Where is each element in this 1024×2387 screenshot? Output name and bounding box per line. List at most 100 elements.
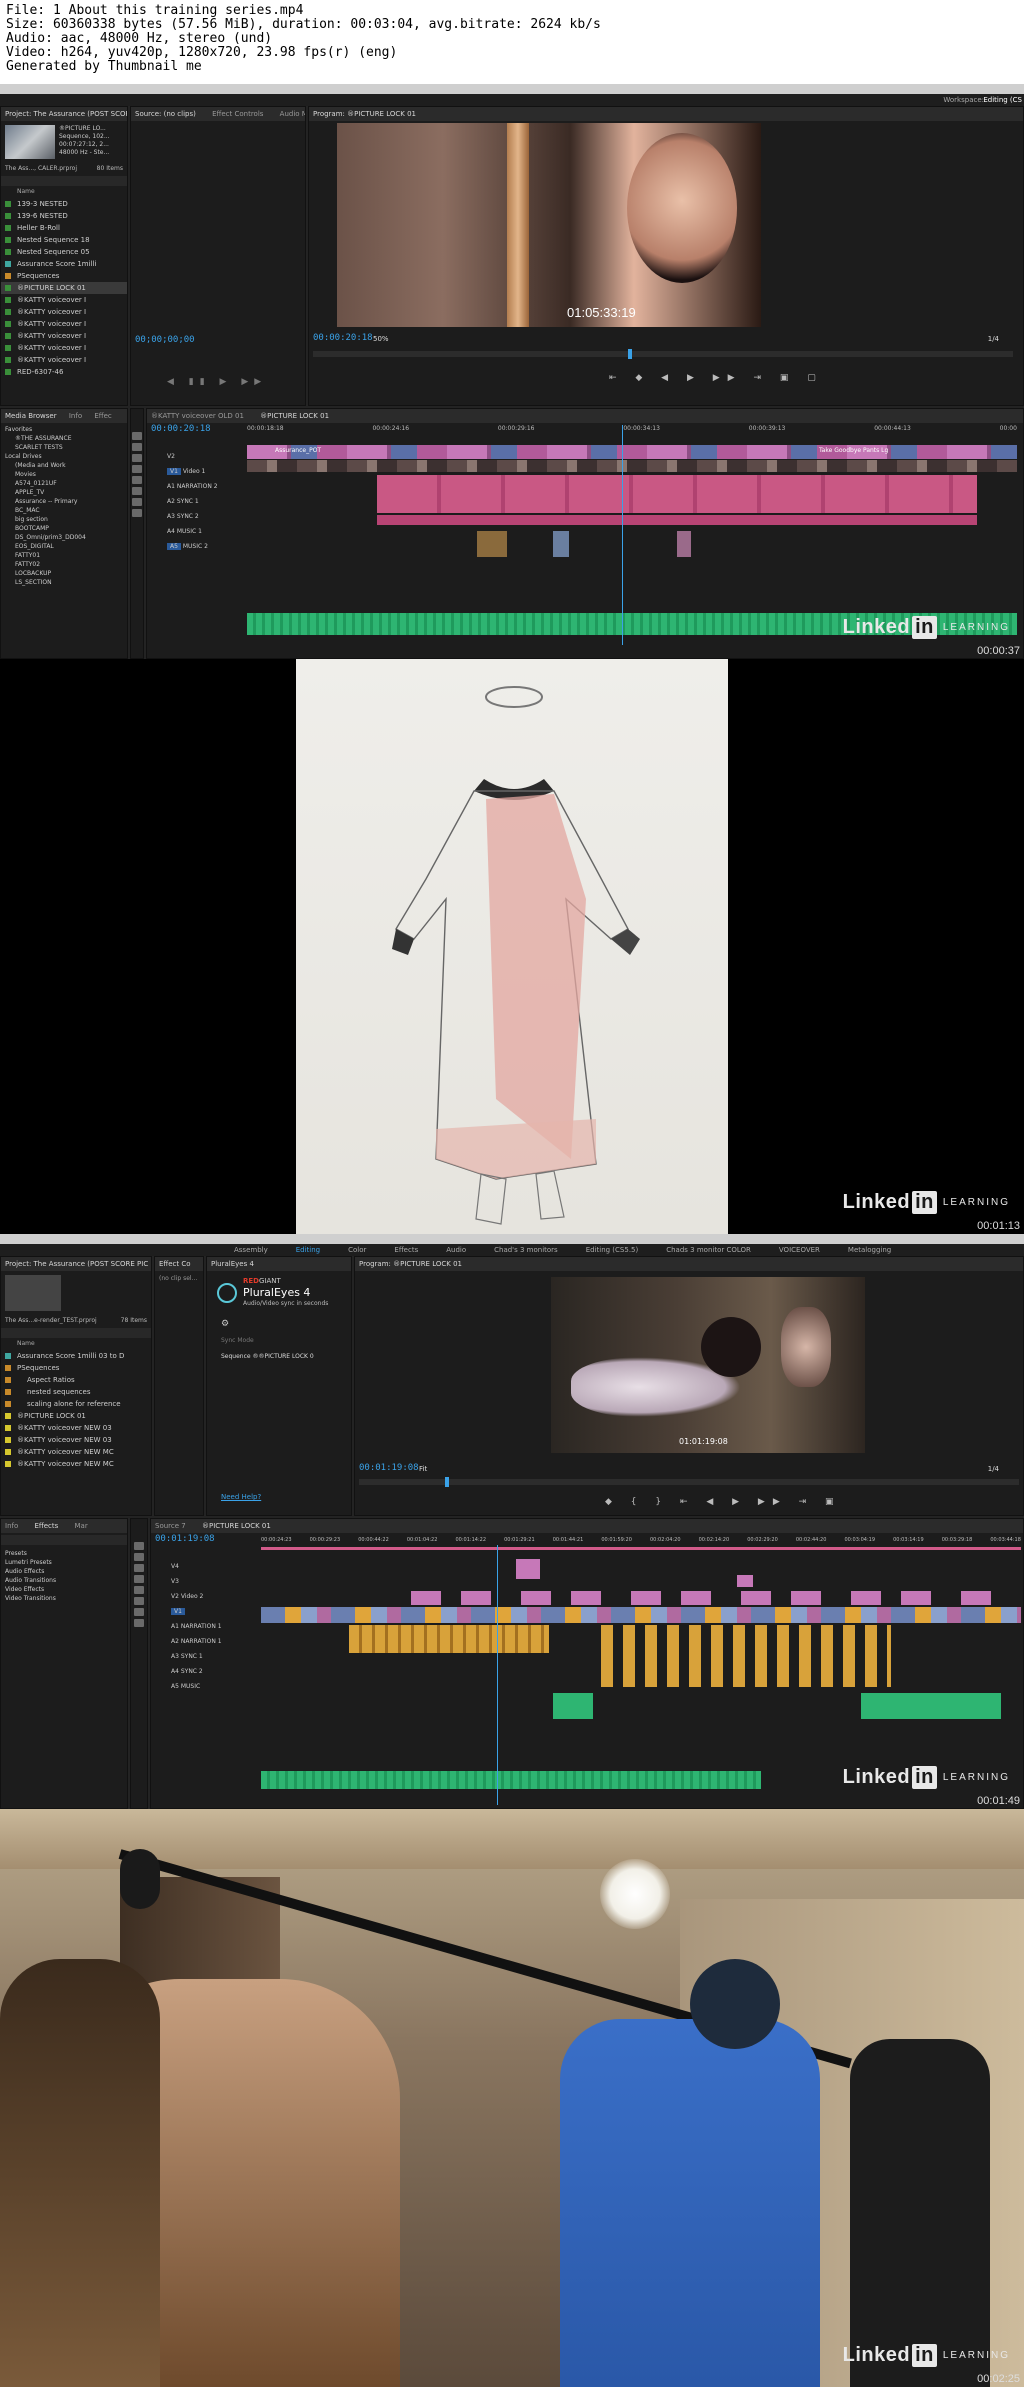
list-item[interactable]: ®KATTY voiceover I [1, 306, 127, 318]
sync-audio-clip[interactable] [861, 1693, 1001, 1719]
list-item[interactable]: Nested Sequence 18 [1, 234, 127, 246]
video-clips-v2[interactable]: Assurance_POT Take Goodbye Pants Lg [247, 445, 1017, 459]
video-clips-v1[interactable] [261, 1607, 1021, 1623]
tree-item[interactable]: EOS_DIGITAL [5, 542, 123, 551]
zoom-select[interactable]: 50% [373, 335, 389, 343]
track-label[interactable]: V3 [171, 1574, 257, 1589]
sequence-tab-active[interactable]: ®PICTURE LOCK 01 [260, 412, 329, 420]
effects-folder[interactable]: Audio Transitions [5, 1576, 123, 1585]
program-scrubber[interactable] [313, 349, 1013, 359]
tree-item[interactable]: DS_Omni/prim3_DD004 [5, 533, 123, 542]
tree-item[interactable]: Local Drives [5, 452, 123, 461]
workspace-item[interactable]: Editing (CS5.5) [586, 1244, 639, 1256]
list-item[interactable]: ®KATTY voiceover I [1, 330, 127, 342]
list-item[interactable]: PSequences [1, 270, 127, 282]
track-label[interactable]: V1 [171, 1608, 185, 1615]
effects-folder[interactable]: Video Effects [5, 1585, 123, 1594]
sync-audio-clip[interactable] [377, 515, 977, 525]
tree-item[interactable]: LS_SECTION [5, 578, 123, 587]
tree-item[interactable]: FATTY02 [5, 560, 123, 569]
media-browser-tab[interactable]: Media Browser [5, 412, 57, 420]
effects-tab[interactable]: Effects [34, 1522, 58, 1530]
selection-tool-icon[interactable] [132, 432, 142, 440]
list-item[interactable]: ®KATTY voiceover NEW MC [1, 1458, 151, 1470]
info-tab[interactable]: Info [69, 412, 82, 420]
sync-clip[interactable] [677, 531, 691, 557]
sequence-tab-active[interactable]: ®PICTURE LOCK 01 [202, 1522, 271, 1530]
video-clip-v4[interactable] [516, 1559, 540, 1579]
resolution-select[interactable]: 1/4 [988, 1465, 999, 1473]
zoom-select[interactable]: Fit [419, 1465, 427, 1473]
track-select-tool-icon[interactable] [132, 443, 142, 451]
track-label[interactable]: A5 [171, 1683, 179, 1690]
search-input[interactable] [1, 1328, 151, 1338]
track-label[interactable]: A5 [167, 543, 181, 550]
track-label[interactable]: A2 [167, 498, 175, 505]
effect-controls-tab[interactable]: Effect Co [155, 1257, 203, 1271]
tree-item[interactable]: A574_0121UF [5, 479, 123, 488]
project-tab[interactable]: Project: The Assurance (POST SCORE PIC [1, 107, 127, 121]
ripple-edit-tool-icon[interactable] [134, 1564, 144, 1572]
track-label[interactable]: A3 [171, 1653, 179, 1660]
tree-item[interactable]: LOCBACKUP [5, 569, 123, 578]
list-item[interactable]: ®KATTY voiceover NEW 03 [1, 1434, 151, 1446]
search-input[interactable] [1, 176, 127, 186]
timeline-playhead[interactable] [497, 1545, 498, 1805]
workspace-item[interactable]: Chad's 3 monitors [494, 1244, 558, 1256]
need-help-link[interactable]: Need Help? [221, 1493, 261, 1501]
settings-gear-icon[interactable]: ⚙ [221, 1319, 229, 1329]
workspace-item[interactable]: VOICEOVER [779, 1244, 820, 1256]
video-clips-v2[interactable] [411, 1591, 1011, 1605]
list-item[interactable]: Assurance Score 1milli [1, 258, 127, 270]
music-audio-clip[interactable] [261, 1771, 761, 1789]
video-clip-v3[interactable] [737, 1575, 753, 1587]
razor-tool-icon[interactable] [132, 465, 142, 473]
slip-tool-icon[interactable] [134, 1586, 144, 1594]
track-label[interactable]: V2 [171, 1593, 179, 1600]
tree-item[interactable]: BOOTCAMP [5, 524, 123, 533]
effect-controls-tab[interactable]: Effect Controls [212, 110, 263, 118]
track-label[interactable]: A1 [171, 1623, 179, 1630]
tree-item[interactable]: (Media and Work [5, 461, 123, 470]
program-tab[interactable]: Program: ®PICTURE LOCK 01 [355, 1257, 1023, 1271]
playhead[interactable] [628, 349, 632, 359]
list-item[interactable]: ®KATTY voiceover I [1, 342, 127, 354]
list-item[interactable]: ®PICTURE LOCK 01 [1, 282, 127, 294]
tree-item[interactable]: APPLE_TV [5, 488, 123, 497]
track-label[interactable]: A3 [167, 513, 175, 520]
list-item[interactable]: RED-6307-46 [1, 366, 127, 378]
workspace-item[interactable]: Metalogging [848, 1244, 891, 1256]
pen-tool-icon[interactable] [132, 487, 142, 495]
sync-clip[interactable] [477, 531, 507, 557]
name-column-header[interactable]: Name [1, 188, 127, 198]
program-transport-controls[interactable]: ⇤ ◆ ◀ ▶ ▶▶ ⇥ ▣ ▢ [609, 373, 824, 383]
tree-item[interactable]: SCARLET TESTS [5, 443, 123, 452]
timeline-playhead[interactable] [622, 425, 623, 645]
list-item[interactable]: Aspect Ratios [1, 1374, 151, 1386]
zoom-tool-icon[interactable] [134, 1619, 144, 1627]
sync-clip[interactable] [553, 531, 569, 557]
track-label[interactable]: A4 [167, 528, 175, 535]
tree-item[interactable]: ®THE ASSURANCE [5, 434, 123, 443]
info-tab[interactable]: Info [5, 1522, 18, 1530]
list-item[interactable]: nested sequences [1, 1386, 151, 1398]
list-item[interactable]: ®KATTY voiceover I [1, 318, 127, 330]
workspace-item[interactable]: Color [348, 1244, 366, 1256]
list-item[interactable]: Assurance Score 1milli 03 to D [1, 1350, 151, 1362]
track-select-tool-icon[interactable] [134, 1553, 144, 1561]
effects-folder[interactable]: Video Transitions [5, 1594, 123, 1603]
effects-folder[interactable]: Lumetri Presets [5, 1558, 123, 1567]
program-scrubber[interactable] [359, 1477, 1019, 1487]
hand-tool-icon[interactable] [134, 1608, 144, 1616]
audio-mixer-tab[interactable]: Audio M [280, 110, 305, 118]
workspace-item[interactable]: Assembly [234, 1244, 268, 1256]
effects-folder[interactable]: Audio Effects [5, 1567, 123, 1576]
ripple-edit-tool-icon[interactable] [132, 454, 142, 462]
tree-item[interactable]: big section [5, 515, 123, 524]
sequence-tab[interactable]: ®KATTY voiceover OLD 01 [151, 412, 244, 420]
list-item[interactable]: Nested Sequence 05 [1, 246, 127, 258]
tree-item[interactable]: FATTY01 [5, 551, 123, 560]
markers-tab[interactable]: Mar [75, 1522, 88, 1530]
narration-audio-clip[interactable] [601, 1625, 891, 1687]
zoom-tool-icon[interactable] [132, 509, 142, 517]
